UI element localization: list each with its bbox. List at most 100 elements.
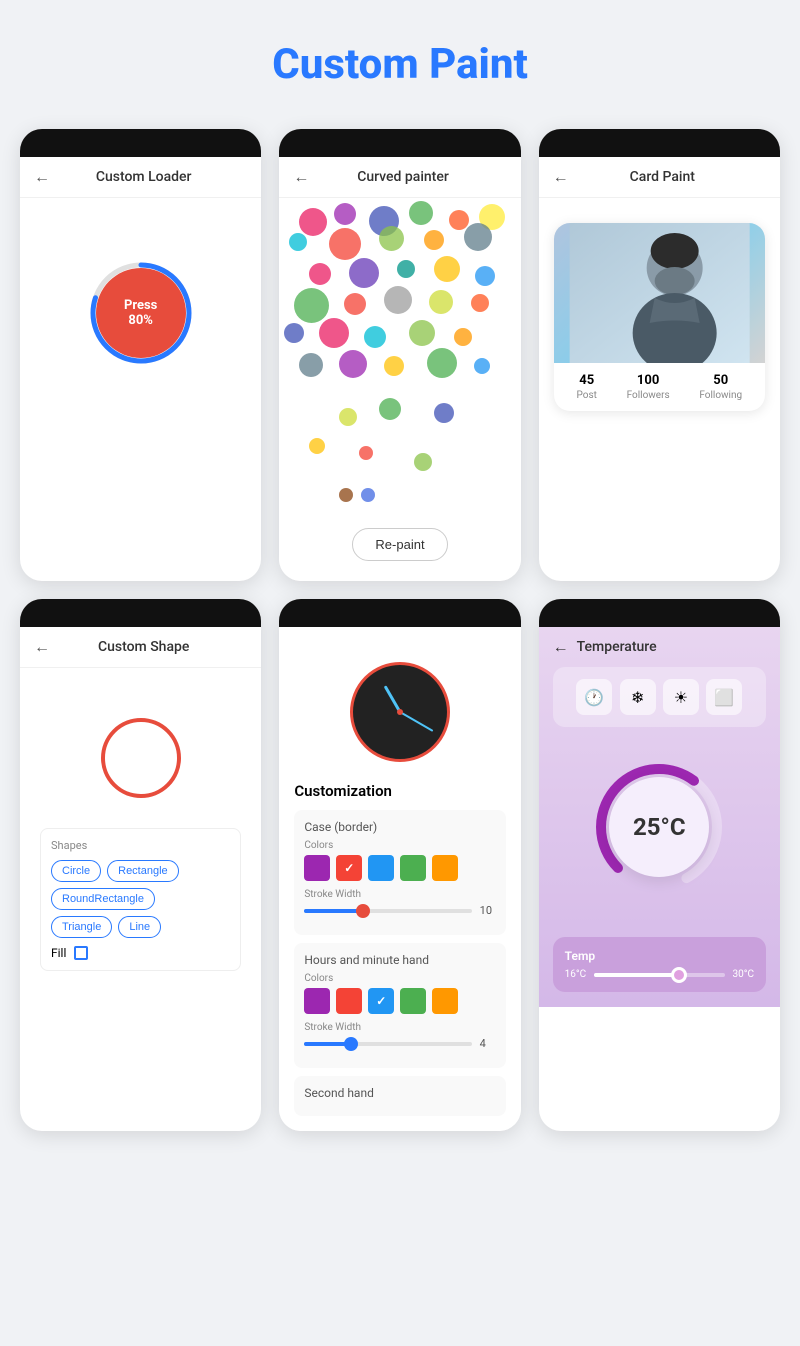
slider-track-1[interactable] <box>304 909 471 913</box>
shape-buttons-row1: Circle Rectangle RoundRectangle <box>51 860 230 910</box>
curved-content[interactable]: Re-paint <box>279 198 520 581</box>
swatch-green-1[interactable] <box>400 855 426 881</box>
btn-rectangle[interactable]: Rectangle <box>107 860 179 882</box>
page-title: Custom Paint <box>20 40 780 89</box>
dot <box>309 438 325 454</box>
swatch-orange-2[interactable] <box>432 988 458 1014</box>
temp-gauge: 25°C <box>589 757 729 897</box>
temp-icon-sun[interactable]: ☀ <box>663 679 699 715</box>
temp-icon-screen[interactable]: ⬜ <box>706 679 742 715</box>
clock-display <box>294 642 505 782</box>
shape-circle <box>101 718 181 798</box>
dot <box>361 488 375 502</box>
dot <box>344 293 366 315</box>
loader-title: Custom Loader <box>60 169 227 185</box>
back-arrow-loader[interactable]: ← <box>34 167 50 187</box>
posts-num: 45 <box>577 373 597 388</box>
swatch-blue-1[interactable] <box>368 855 394 881</box>
second-section: Second hand <box>294 1076 505 1116</box>
phone-row-2: ← Custom Shape Shapes Circle Rectangle R… <box>20 599 780 1131</box>
dot <box>284 323 304 343</box>
case-section: Case (border) Colors Stroke Width 10 <box>294 810 505 935</box>
temp-icon-clock[interactable]: 🕐 <box>576 679 612 715</box>
temp-header: ← Temperature <box>539 627 780 667</box>
temp-track[interactable] <box>594 973 724 977</box>
swatch-green-2[interactable] <box>400 988 426 1014</box>
profile-card: 45 Post 100 Followers 50 Following <box>554 223 765 411</box>
back-arrow-temp[interactable]: ← <box>553 637 569 657</box>
btn-round-rectangle[interactable]: RoundRectangle <box>51 888 155 910</box>
title-accent: Paint <box>429 40 528 89</box>
slider-thumb-1[interactable] <box>356 904 370 918</box>
followers-label: Followers <box>627 390 670 401</box>
dot <box>434 403 454 423</box>
following-label: Following <box>699 390 742 401</box>
shape-header: ← Custom Shape <box>20 627 261 668</box>
dot <box>475 266 495 286</box>
hands-label: Hours and minute hand <box>304 953 495 967</box>
back-arrow-card[interactable]: ← <box>553 167 569 187</box>
dot <box>339 408 357 426</box>
card-spacer <box>539 436 780 516</box>
phone-notch-loader <box>20 129 261 157</box>
dot <box>409 320 435 346</box>
phone-custom-shape: ← Custom Shape Shapes Circle Rectangle R… <box>20 599 261 1131</box>
customization-title: Customization <box>294 782 505 800</box>
stat-posts: 45 Post <box>577 373 597 401</box>
posts-label: Post <box>577 390 597 401</box>
loader-content: Press 80% <box>20 198 261 428</box>
dot <box>334 203 356 225</box>
temp-title: Temperature <box>577 639 657 655</box>
dot <box>289 233 307 251</box>
temp-icon-snow[interactable]: ❄ <box>620 679 656 715</box>
swatch-red-2[interactable] <box>336 988 362 1014</box>
btn-triangle[interactable]: Triangle <box>51 916 112 938</box>
dot <box>329 228 361 260</box>
phone-custom-loader: ← Custom Loader Press 80% <box>20 129 261 581</box>
back-arrow-curved[interactable]: ← <box>293 167 309 187</box>
followers-num: 100 <box>627 373 670 388</box>
swatch-red-1[interactable] <box>336 855 362 881</box>
clock-content: Customization Case (border) Colors Strok… <box>279 627 520 1131</box>
swatch-blue-2[interactable] <box>368 988 394 1014</box>
phone-notch-clock <box>279 599 520 627</box>
phone-notch-curved <box>279 129 520 157</box>
shape-title: Custom Shape <box>60 639 227 655</box>
btn-circle[interactable]: Circle <box>51 860 101 882</box>
profile-stats: 45 Post 100 Followers 50 Following <box>554 363 765 411</box>
phone-notch-card <box>539 129 780 157</box>
color-swatches-2 <box>304 988 495 1014</box>
dot <box>397 260 415 278</box>
hands-section: Hours and minute hand Colors Stroke Widt… <box>294 943 505 1068</box>
swatch-orange-1[interactable] <box>432 855 458 881</box>
dot <box>299 353 323 377</box>
dot <box>429 290 453 314</box>
slider-track-2[interactable] <box>304 1042 471 1046</box>
curved-header: ← Curved painter <box>279 157 520 198</box>
temp-slider-section: Temp 16°C 30°C <box>553 937 766 992</box>
swatch-purple-1[interactable] <box>304 855 330 881</box>
temp-fill <box>594 973 679 977</box>
dots-container <box>279 198 520 518</box>
color-swatches-1 <box>304 855 495 881</box>
dot <box>359 446 373 460</box>
btn-line[interactable]: Line <box>118 916 161 938</box>
dot <box>454 328 472 346</box>
phone-curved-painter: ← Curved painter <box>279 129 520 581</box>
fill-checkbox[interactable] <box>74 946 88 960</box>
stroke-width-label-1: Stroke Width <box>304 889 495 900</box>
dot <box>464 223 492 251</box>
card-title: Card Paint <box>579 169 746 185</box>
temp-slider-label: Temp <box>565 949 754 963</box>
swatch-purple-2[interactable] <box>304 988 330 1014</box>
circle-loader[interactable]: Press 80% <box>86 258 196 368</box>
repaint-button[interactable]: Re-paint <box>352 528 447 561</box>
phone-temperature: ← Temperature 🕐 ❄ ☀ ⬜ 25°C <box>539 599 780 1131</box>
slider-thumb-2[interactable] <box>344 1037 358 1051</box>
dot <box>364 326 386 348</box>
temp-knob[interactable] <box>671 967 687 983</box>
back-arrow-shape[interactable]: ← <box>34 637 50 657</box>
fill-row: Fill <box>51 946 230 960</box>
minute-hand <box>399 711 433 732</box>
temp-range: 16°C 30°C <box>565 969 754 980</box>
